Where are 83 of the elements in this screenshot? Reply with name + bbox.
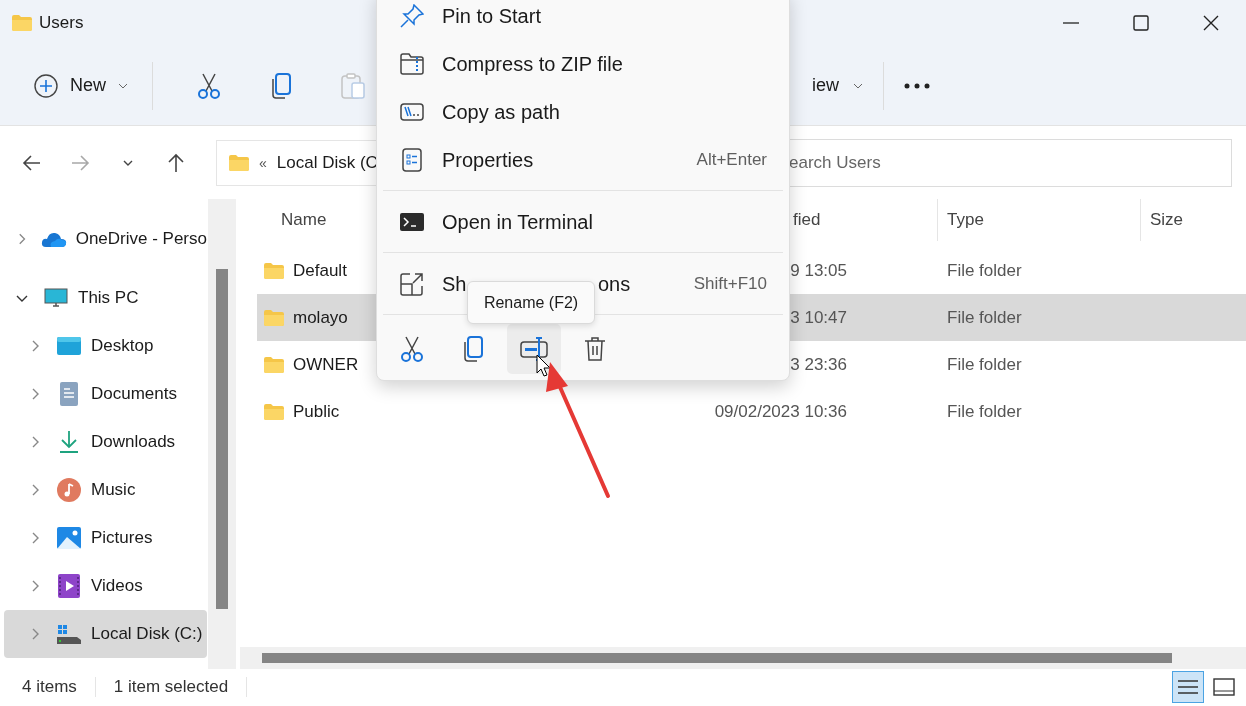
desktop-icon bbox=[57, 337, 81, 355]
file-name[interactable]: Default bbox=[293, 260, 347, 281]
sidebar-item[interactable]: OneDrive - Perso bbox=[4, 215, 207, 263]
path-icon bbox=[400, 103, 424, 121]
shortcut-label: Shift+F10 bbox=[693, 274, 767, 294]
pin-icon bbox=[400, 4, 424, 28]
sidebar-item[interactable]: Videos bbox=[4, 562, 207, 610]
column-header[interactable]: Type bbox=[947, 210, 984, 230]
scrollbar-thumb[interactable] bbox=[262, 653, 1172, 663]
overflow-chevrons[interactable]: « bbox=[259, 154, 267, 171]
trash-icon[interactable] bbox=[584, 336, 606, 362]
close-icon[interactable] bbox=[1202, 14, 1220, 32]
column-header[interactable]: Size bbox=[1150, 210, 1184, 230]
list-lines-icon bbox=[1178, 679, 1198, 695]
scissors-icon[interactable] bbox=[400, 336, 424, 362]
details-view-button[interactable] bbox=[1172, 671, 1204, 703]
folder-icon bbox=[264, 403, 284, 420]
breadcrumb[interactable]: Local Disk (C bbox=[276, 152, 378, 173]
menu-item[interactable]: Pin to Start bbox=[442, 4, 541, 28]
menu-item-label[interactable]: ons bbox=[598, 272, 631, 296]
caret-icon bbox=[118, 82, 128, 89]
selection-count: 1 item selected bbox=[113, 677, 229, 697]
zip-folder-icon bbox=[400, 53, 424, 75]
type-cell-text: File folder bbox=[946, 307, 1022, 328]
sidebar-item[interactable]: Downloads bbox=[4, 418, 207, 466]
sidebar-item[interactable]: Desktop bbox=[4, 322, 207, 370]
folder-icon bbox=[12, 15, 32, 31]
back-arrow-icon[interactable] bbox=[22, 152, 42, 173]
sidebar-item[interactable]: Music bbox=[4, 466, 207, 514]
menu-item[interactable]: Compress to ZIP file bbox=[442, 52, 623, 76]
scissors-icon[interactable] bbox=[197, 72, 221, 99]
menu-item[interactable]: Copy as path bbox=[442, 100, 560, 124]
document-icon bbox=[59, 382, 79, 406]
file-name[interactable]: Public bbox=[293, 401, 340, 422]
menu-item[interactable]: Sh bbox=[442, 272, 467, 296]
folder-icon bbox=[264, 309, 284, 326]
rename-icon[interactable] bbox=[520, 337, 548, 361]
music-note-icon bbox=[57, 478, 81, 502]
terminal-icon bbox=[400, 213, 424, 231]
column-header[interactable]: fied bbox=[793, 210, 821, 229]
sidebar-item[interactable]: This PC bbox=[4, 274, 207, 322]
shortcut-label: Alt+Enter bbox=[696, 150, 767, 170]
view-button[interactable]: iew bbox=[812, 69, 863, 102]
column-header[interactable]: Name bbox=[281, 210, 327, 229]
menu-item[interactable]: Properties bbox=[442, 148, 534, 172]
date-cell-text: 3 23:36 bbox=[789, 354, 848, 375]
caret-icon bbox=[853, 82, 863, 89]
monitor-icon bbox=[44, 288, 68, 308]
cloud-icon bbox=[41, 231, 68, 247]
sidebar-item[interactable]: Documents bbox=[4, 370, 207, 418]
date-cell-text: 09/02/2023 10:36 bbox=[713, 401, 848, 422]
more-icon[interactable] bbox=[904, 82, 930, 89]
maximize-icon[interactable] bbox=[1132, 14, 1150, 32]
tooltip: Rename (F2) bbox=[467, 281, 595, 324]
image-icon bbox=[57, 527, 81, 549]
properties-icon bbox=[402, 148, 422, 172]
date-cell-text: 3 10:47 bbox=[789, 307, 848, 328]
type-cell-text: File folder bbox=[946, 260, 1022, 281]
file-name[interactable]: molayo bbox=[293, 307, 348, 328]
copy-icon[interactable] bbox=[270, 72, 292, 99]
type-cell-text: File folder bbox=[946, 401, 1022, 422]
menu-item[interactable]: Open in Terminal bbox=[442, 210, 593, 234]
item-count: 4 items bbox=[22, 677, 77, 697]
window-title: Users bbox=[39, 13, 84, 33]
folder-icon bbox=[264, 262, 284, 279]
up-arrow-icon[interactable] bbox=[166, 152, 186, 173]
type-cell-text: File folder bbox=[946, 354, 1022, 375]
download-icon bbox=[59, 430, 79, 454]
new-button[interactable]: New bbox=[30, 67, 132, 104]
sidebar-item[interactable]: Pictures bbox=[4, 514, 207, 562]
window-pane-icon bbox=[1213, 678, 1235, 696]
sidebar-item[interactable]: Local Disk (C:) bbox=[4, 610, 207, 658]
mouse-pointer-icon bbox=[536, 354, 552, 378]
film-icon bbox=[58, 574, 80, 598]
date-cell-text: 9 13:05 bbox=[789, 260, 848, 281]
copy-icon[interactable] bbox=[462, 336, 484, 362]
external-arrow-icon bbox=[400, 272, 424, 296]
folder-icon bbox=[229, 154, 249, 171]
folder-icon bbox=[264, 356, 284, 373]
plus-icon bbox=[34, 73, 58, 98]
scrollbar-thumb[interactable] bbox=[216, 269, 228, 609]
file-name[interactable]: OWNER bbox=[293, 354, 359, 375]
drive-icon bbox=[57, 624, 81, 644]
